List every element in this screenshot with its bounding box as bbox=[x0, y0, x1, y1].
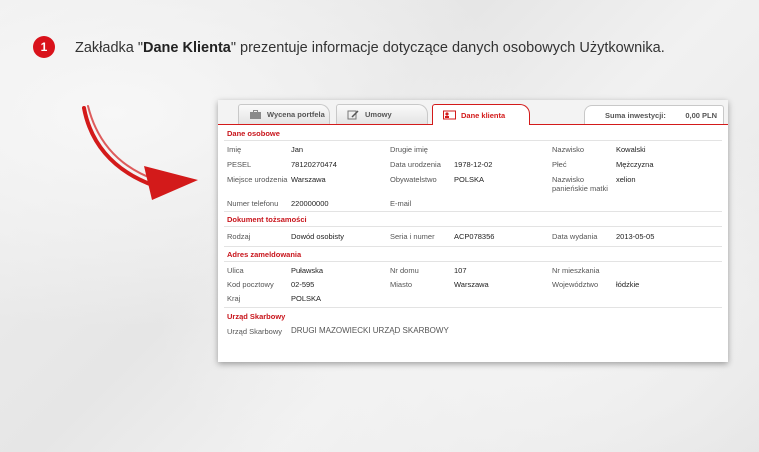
province-label: Województwo bbox=[552, 280, 599, 289]
divider bbox=[224, 261, 722, 262]
country-label: Kraj bbox=[227, 294, 241, 303]
first-name-value: Jan bbox=[291, 145, 304, 154]
issue-date-value: 2013-05-05 bbox=[616, 232, 655, 241]
divider bbox=[224, 307, 722, 308]
doc-type-label: Rodzaj bbox=[227, 232, 251, 241]
section-title: Adres zameldowania bbox=[227, 250, 302, 259]
province-value: łódzkie bbox=[616, 280, 640, 289]
person-card-icon bbox=[443, 110, 456, 120]
investment-sum: Suma inwestycji: 0,00 PLN bbox=[584, 105, 724, 124]
sex-label: Płeć bbox=[552, 160, 567, 169]
last-name-label: Nazwisko bbox=[552, 145, 585, 154]
maiden-name-value: xelion bbox=[616, 175, 636, 184]
tab-client-data[interactable]: Dane klienta bbox=[432, 104, 530, 125]
step-number-badge: 1 bbox=[33, 36, 55, 58]
maiden-name-label-line2: panieńskie matki bbox=[552, 184, 608, 193]
pesel-label: PESEL bbox=[227, 160, 252, 169]
divider bbox=[224, 140, 722, 141]
doc-number-value: ACP078356 bbox=[454, 232, 495, 241]
birth-place-label: Miejsce urodzenia bbox=[227, 175, 288, 184]
flat-no-label: Nr mieszkania bbox=[552, 266, 600, 275]
birth-place-value: Warszawa bbox=[291, 175, 326, 184]
citizenship-value: POLSKA bbox=[454, 175, 485, 184]
tab-portfolio-valuation[interactable]: Wycena portfela bbox=[238, 104, 330, 124]
tab-bar: Wycena portfela Umowy Dane klienta Suma … bbox=[218, 100, 728, 125]
email-label: E-mail bbox=[390, 199, 412, 208]
street-value: Puławska bbox=[291, 266, 324, 275]
pesel-value: 78120270474 bbox=[291, 160, 337, 169]
house-no-label: Nr domu bbox=[390, 266, 419, 275]
briefcase-icon bbox=[250, 109, 261, 119]
phone-value: 220000000 bbox=[291, 199, 329, 208]
second-name-label: Drugie imię bbox=[390, 145, 428, 154]
section-title: Dokument tożsamości bbox=[227, 215, 307, 224]
postal-code-label: Kod pocztowy bbox=[227, 280, 274, 289]
maiden-name-label: Nazwisko bbox=[552, 175, 585, 184]
country-value: POLSKA bbox=[291, 294, 322, 303]
birth-date-value: 1978-12-02 bbox=[454, 160, 493, 169]
section-title: Dane osobowe bbox=[227, 129, 280, 138]
divider bbox=[224, 226, 722, 227]
last-name-value: Kowalski bbox=[616, 145, 646, 154]
city-label: Miasto bbox=[390, 280, 413, 289]
house-no-value: 107 bbox=[454, 266, 467, 275]
red-arrow-icon bbox=[82, 105, 198, 200]
divider bbox=[224, 246, 722, 247]
section-title: Urząd Skarbowy bbox=[227, 312, 286, 321]
first-name-label: Imię bbox=[227, 145, 242, 154]
issue-date-label: Data wydania bbox=[552, 232, 598, 241]
intro-bold: Dane Klienta bbox=[143, 40, 231, 56]
doc-number-label: Seria i numer bbox=[390, 232, 435, 241]
tax-office-label: Urząd Skarbowy bbox=[227, 327, 283, 336]
tab-contracts[interactable]: Umowy bbox=[336, 104, 428, 124]
phone-label: Numer telefonu bbox=[227, 199, 279, 208]
intro-text: Zakładka "Dane Klienta" prezentuje infor… bbox=[75, 40, 665, 56]
tax-office-value: DRUGI MAZOWIECKI URZĄD SKARBOWY bbox=[291, 326, 449, 335]
sex-value: Mężczyzna bbox=[616, 160, 654, 169]
street-label: Ulica bbox=[227, 266, 244, 275]
divider bbox=[224, 211, 722, 212]
citizenship-label: Obywatelstwo bbox=[390, 175, 437, 184]
doc-type-value: Dowód osobisty bbox=[291, 232, 344, 241]
birth-date-label: Data urodzenia bbox=[390, 160, 441, 169]
city-value: Warszawa bbox=[454, 280, 489, 289]
client-data-panel: Wycena portfela Umowy Dane klienta Suma … bbox=[218, 100, 728, 362]
pencil-icon bbox=[347, 109, 359, 119]
postal-code-value: 02-595 bbox=[291, 280, 315, 289]
